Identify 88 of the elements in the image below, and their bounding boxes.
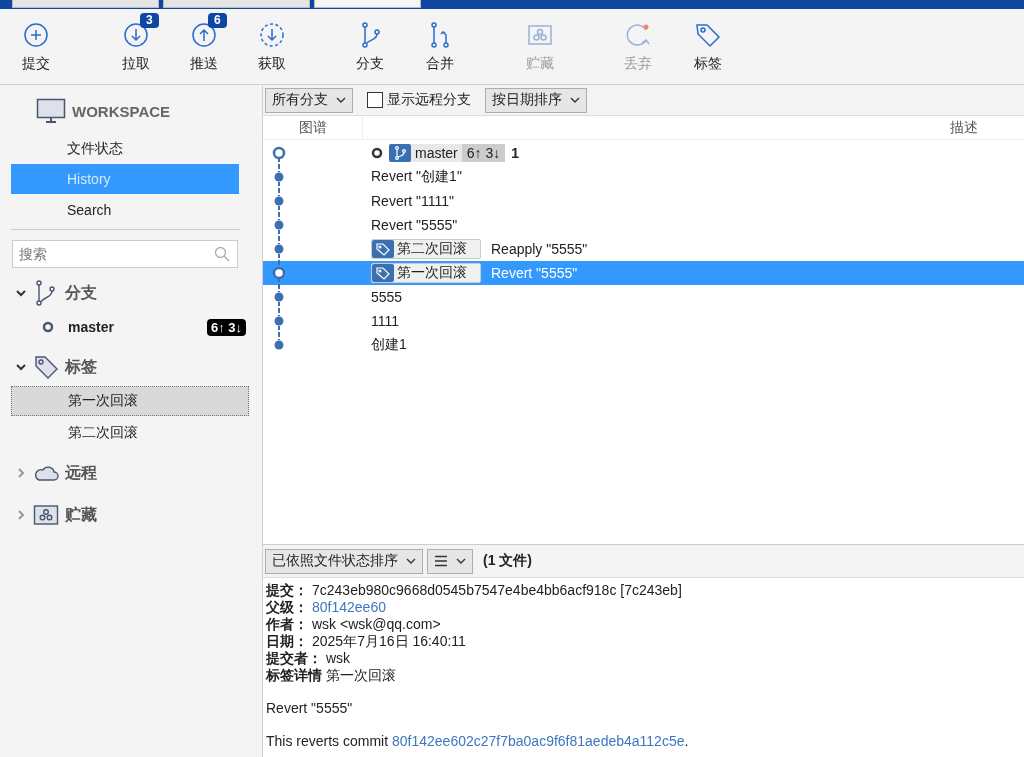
commit-message: Revert "5555"	[371, 217, 458, 233]
section-heading[interactable]: 贮藏	[65, 504, 97, 526]
field-value: wsk	[326, 650, 351, 666]
count-badge: 3	[140, 12, 159, 28]
file-sort-dropdown[interactable]: 已依照文件状态排序	[265, 548, 423, 574]
workspace-heading: WORKSPACE	[72, 102, 171, 120]
column-header[interactable]: 图谱	[263, 116, 363, 139]
field-value: 第一次回滚	[326, 667, 396, 683]
branch-name: master	[414, 145, 459, 161]
tag-icon	[372, 264, 394, 282]
caret-icon	[456, 557, 466, 565]
commit-row[interactable]: 5555	[263, 285, 1024, 309]
search-icon	[214, 246, 230, 262]
column-header[interactable]: 描述	[363, 116, 1024, 139]
commit-row[interactable]: master 6↑ 3↓ 1	[263, 141, 1024, 165]
caret-icon	[570, 96, 580, 104]
chevron-right-icon[interactable]	[15, 467, 27, 479]
file-count: (1 文件)	[483, 552, 532, 570]
section-heading[interactable]: 分支	[65, 282, 97, 304]
head-ring-icon	[371, 147, 383, 159]
parent-link[interactable]: 80f142ee60	[312, 599, 386, 615]
ring-icon	[42, 321, 54, 333]
field-value: wsk <wsk@qq.com>	[312, 616, 441, 632]
commit-row[interactable]: 第一次回滚 Revert "5555"	[263, 261, 1024, 285]
caret-icon	[406, 557, 416, 565]
commit-message: 创建1	[371, 336, 407, 354]
field-label: 提交者：	[266, 650, 322, 666]
commit-row[interactable]: Revert "创建1"	[263, 165, 1024, 189]
commit-body: This reverts commit	[266, 733, 390, 749]
toolbar-button[interactable]: 提交	[10, 16, 62, 77]
show-remote-checkbox[interactable]: 显示远程分支	[367, 91, 471, 109]
commit-message: Revert "1111"	[371, 193, 455, 209]
list-icon	[434, 555, 448, 567]
tag-icon	[372, 240, 394, 258]
tag-name: 第一次回滚	[396, 264, 467, 282]
window-tab[interactable]	[163, 0, 310, 8]
chevron-down-icon[interactable]	[15, 287, 27, 299]
period-text: .	[684, 733, 689, 749]
commit-row[interactable]: Revert "1111"	[263, 189, 1024, 213]
field-value: 2025年7月16日 16:40:11	[312, 633, 466, 649]
field-label: 父级：	[266, 599, 308, 615]
field-label: 提交：	[266, 582, 308, 598]
commit-icon	[22, 20, 50, 49]
count-badge: 6	[208, 12, 227, 28]
window-tab[interactable]	[12, 0, 159, 8]
field-label: 标签详情	[266, 667, 322, 683]
chevron-right-icon[interactable]	[15, 509, 27, 521]
view-mode-dropdown[interactable]	[427, 548, 473, 574]
sort-dropdown[interactable]: 按日期排序	[485, 87, 587, 113]
sidebar-item[interactable]: 第二次回滚	[11, 418, 249, 448]
commit-message: Revert "创建1"	[371, 168, 462, 186]
commit-message: Revert "5555"	[491, 265, 578, 281]
ahead-behind-badge: 6↑ 3↓	[206, 318, 246, 336]
commit-message: 1111	[371, 313, 400, 329]
branch-name: master	[68, 319, 115, 335]
tag-icon	[33, 354, 59, 380]
monitor-icon	[36, 98, 66, 124]
stash-icon	[33, 502, 59, 528]
window-tab[interactable]	[314, 0, 421, 8]
section-heading[interactable]: 远程	[65, 462, 97, 484]
field-label: 日期：	[266, 633, 308, 649]
sidebar-item[interactable]: 文件状态	[11, 133, 239, 163]
caret-icon	[336, 96, 346, 104]
search-field[interactable]: 搜索	[12, 240, 238, 268]
toolbar-button[interactable]: 合并	[414, 16, 466, 77]
sidebar-item[interactable]: 第一次回滚	[11, 386, 249, 416]
sidebar-item[interactable]: master 6↑ 3↓	[11, 312, 249, 342]
branch-icon	[389, 144, 411, 162]
commit-message: 5555	[371, 289, 403, 305]
commit-row[interactable]: 创建1	[263, 333, 1024, 357]
toolbar-button[interactable]: 标签	[682, 16, 734, 77]
toolbar-button[interactable]: 获取	[246, 16, 298, 77]
commit-message: 1	[511, 145, 520, 161]
toolbar-button[interactable]: 分支	[344, 16, 396, 77]
branch-filter-dropdown[interactable]: 所有分支	[265, 87, 353, 113]
sidebar-item[interactable]: Search	[11, 195, 239, 225]
commit-row[interactable]: 1111	[263, 309, 1024, 333]
commit-subject: Revert "5555"	[266, 700, 354, 717]
field-value: 7c243eb980c9668d0545b7547e4be4bb6acf918c [7c243eb]	[312, 582, 682, 598]
fetch-icon	[258, 20, 286, 49]
commit-message: Reapply "5555"	[491, 241, 588, 257]
chevron-down-icon[interactable]	[15, 361, 27, 373]
checkbox[interactable]	[367, 92, 383, 108]
commit-row[interactable]: Revert "5555"	[263, 213, 1024, 237]
field-label: 作者：	[266, 616, 308, 632]
section-heading[interactable]: 标签	[65, 356, 97, 378]
tag-name: 第二次回滚	[396, 240, 467, 258]
ahead-behind-badge: 6↑ 3↓	[461, 144, 506, 162]
